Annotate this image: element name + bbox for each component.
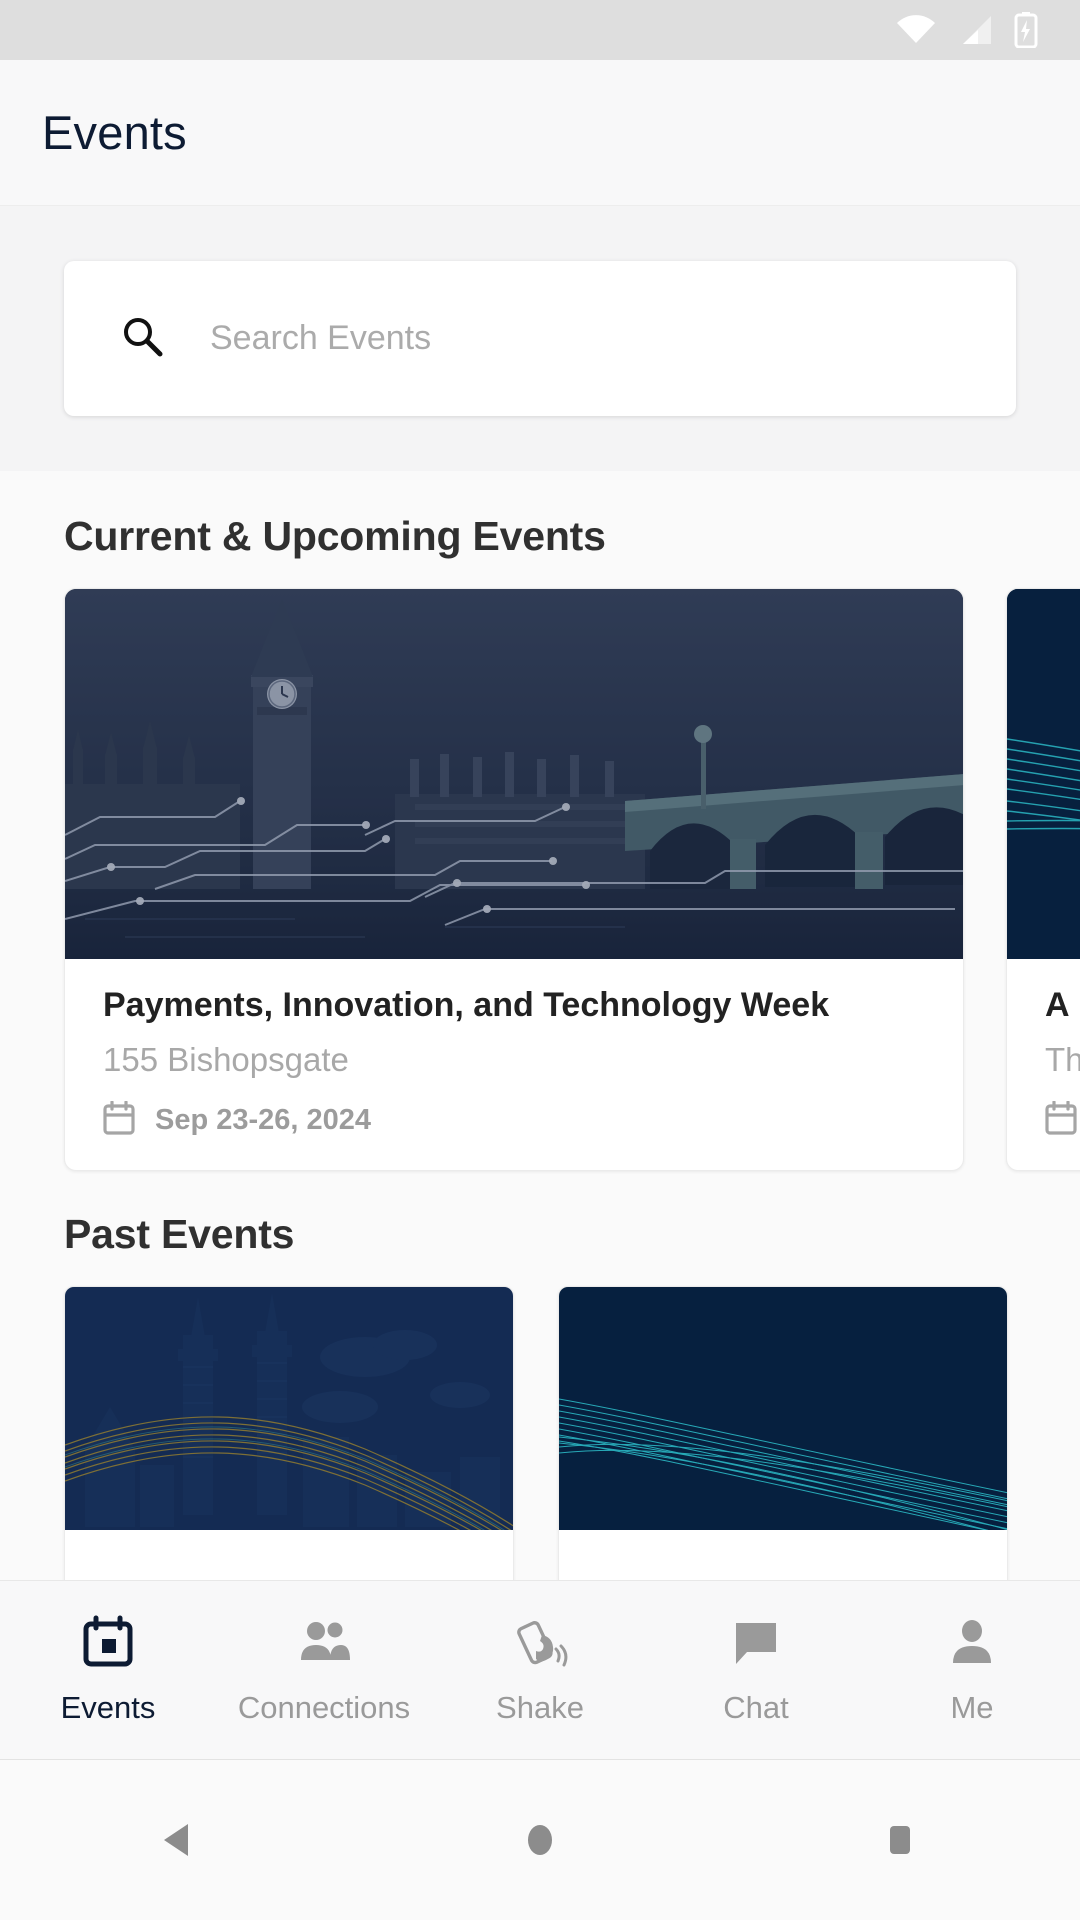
past-event-card[interactable] [64,1286,514,1592]
nav-label-events: Events [60,1689,156,1725]
event-title: Payments, Innovation, and Technology Wee… [103,986,830,1024]
bottom-navigation: Events Connections Shake Chat Me [0,1580,1080,1760]
wifi-icon [896,15,936,45]
nav-item-connections[interactable]: Connections [216,1615,432,1726]
nav-label-chat: Chat [723,1689,789,1725]
home-button[interactable] [480,1780,600,1900]
recents-button[interactable] [840,1780,960,1900]
event-card[interactable]: Payments, Innovation, and Technology Wee… [64,588,964,1172]
back-button[interactable] [120,1780,240,1900]
search-input[interactable]: Search Events [64,261,1016,416]
nav-label-connections: Connections [237,1689,411,1725]
shake-phone-icon [512,1615,568,1676]
battery-charging-icon [1014,12,1038,48]
app-header: Events [0,60,1080,206]
search-icon [120,314,164,363]
past-event-banner-image [65,1287,513,1531]
calendar-icon [103,1100,135,1140]
app-screen: Events Search Events Current & Upcoming … [0,0,1080,1920]
past-event-card[interactable] [558,1286,1008,1592]
content-scroll-area[interactable]: Current & Upcoming Events Payments, Inno… [0,471,1080,1636]
nav-item-shake[interactable]: Shake [432,1615,648,1726]
upcoming-events-carousel[interactable]: Payments, Innovation, and Technology Wee… [0,588,1080,1172]
nav-item-me[interactable]: Me [864,1615,1080,1726]
page-title: Events [42,106,187,159]
section-title-past: Past Events [64,1211,295,1258]
chat-bubble-icon [728,1615,784,1676]
nav-label-me: Me [950,1689,994,1725]
people-icon [296,1615,352,1676]
nav-label-shake: Shake [496,1689,584,1725]
nav-item-chat[interactable]: Chat [648,1615,864,1726]
android-system-nav [0,1760,1080,1920]
event-venue: 155 Bishopsgate [103,1041,349,1079]
event-card-body: A Th [1007,959,1080,1170]
event-banner-image [1007,589,1080,959]
event-card-body: Payments, Innovation, and Technology Wee… [65,959,963,1170]
past-event-banner-image [559,1287,1007,1531]
search-section: Search Events [0,206,1080,471]
event-date-row: Sep 23-26, 2024 [103,1100,925,1140]
event-date-row [1045,1100,1080,1140]
person-icon [944,1615,1000,1676]
event-venue: Th [1045,1041,1080,1079]
event-date: Sep 23-26, 2024 [155,1104,372,1137]
past-events-row[interactable] [0,1286,1080,1592]
search-placeholder: Search Events [210,319,432,357]
status-bar [0,0,1080,60]
event-card[interactable]: A Th [1006,588,1080,1172]
section-title-upcoming: Current & Upcoming Events [64,513,606,559]
cellular-signal-icon [958,15,992,45]
nav-item-events[interactable]: Events [0,1615,216,1726]
calendar-icon [1045,1100,1077,1140]
event-banner-image [65,589,963,959]
calendar-event-icon [80,1615,136,1676]
event-title: A [1045,986,1070,1024]
